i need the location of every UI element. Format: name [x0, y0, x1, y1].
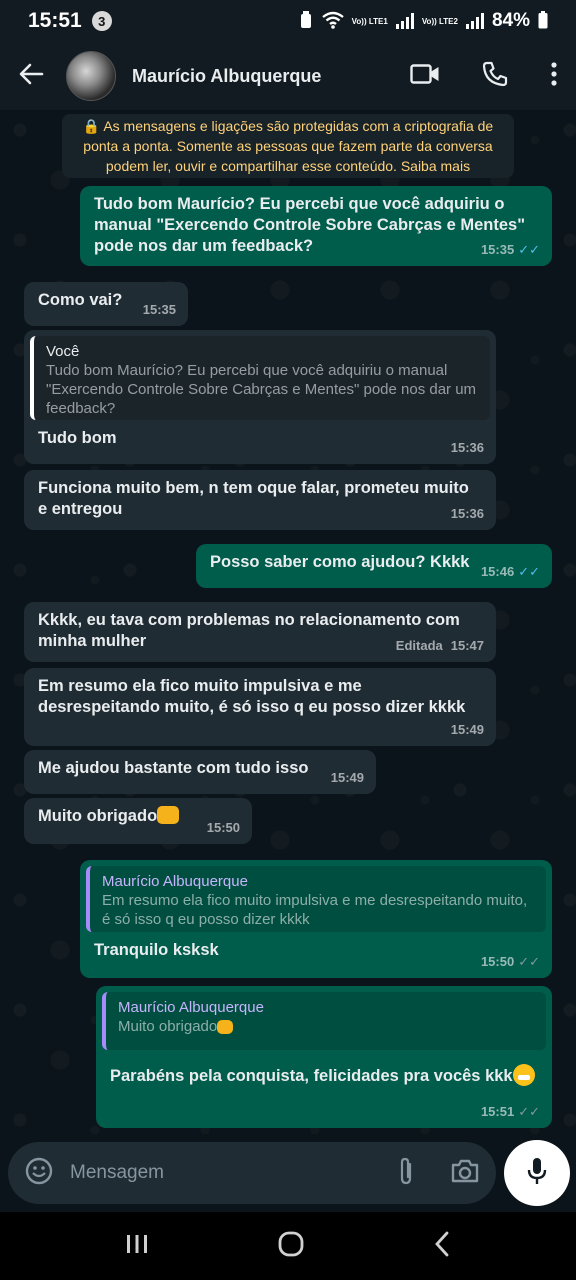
back-arrow-icon[interactable]: [18, 61, 44, 92]
message-time: 15:36: [450, 440, 484, 455]
message-meta: 15:35 ✓✓: [481, 239, 540, 260]
message-meta: 15:51 ✓✓: [481, 1101, 540, 1122]
emoji-icon[interactable]: [24, 1156, 54, 1191]
signal-1-icon: [395, 13, 414, 29]
message-text: Muito obrigado: [38, 807, 158, 825]
camera-icon[interactable]: [450, 1158, 480, 1189]
system-nav-bar: [0, 1212, 576, 1280]
message-text: Parabéns pela conquista, felicidades pra…: [110, 1067, 513, 1085]
quoted-text: Tudo bom Maurício? Eu percebi que você a…: [46, 362, 477, 417]
grin-emoji-icon: [512, 1064, 535, 1086]
message-time: 15:36: [450, 506, 484, 521]
chat-area[interactable]: 🔒 As mensagens e ligações são protegidas…: [0, 110, 576, 1140]
message-text: Tudo bom Maurício? Eu percebi que você a…: [94, 195, 526, 255]
delivered-ticks-icon: ✓✓: [518, 1104, 540, 1119]
attach-icon[interactable]: [396, 1156, 416, 1191]
message-meta: 15:35: [143, 299, 176, 320]
message-meta: 15:50 ✓✓: [481, 951, 540, 972]
message-incoming-reply[interactable]: Você Tudo bom Maurício? Eu percebi que v…: [24, 330, 496, 464]
video-call-icon[interactable]: [410, 63, 440, 90]
message-incoming[interactable]: Funciona muito bem, n tem oque falar, pr…: [24, 470, 496, 530]
quoted-message[interactable]: Maurício Albuquerque Em resumo ela fico …: [86, 866, 546, 932]
edited-label: Editada: [395, 638, 443, 653]
message-input-bar: Mensagem: [8, 1142, 496, 1204]
message-time: 15:49: [330, 770, 364, 785]
wifi-icon: [321, 11, 344, 32]
status-bar: 15:51 3 Vo)) LTE1 Vo)) LTE2 84%: [0, 0, 576, 42]
quoted-text-wrap: Muito obrigado: [118, 1017, 536, 1036]
message-time: 15:50: [480, 954, 515, 969]
message-text: Me ajudou bastante com tudo isso: [38, 759, 309, 777]
header-actions: [410, 61, 558, 92]
read-ticks-icon: ✓✓: [518, 242, 540, 257]
message-meta: 15:36: [451, 437, 484, 458]
message-text: Tudo bom: [38, 429, 117, 447]
fist-emoji-icon: [157, 806, 180, 824]
message-meta: 15:49: [331, 767, 364, 788]
message-time: 15:46: [480, 564, 515, 579]
status-time: 15:51: [28, 9, 82, 32]
fist-emoji-icon: [217, 1020, 234, 1034]
more-vert-icon[interactable]: [550, 61, 558, 91]
message-meta: 15:36: [451, 503, 484, 524]
quoted-sender: Maurício Albuquerque: [102, 873, 248, 890]
quoted-sender: Maurício Albuquerque: [118, 999, 264, 1016]
message-time: 15:35: [142, 302, 176, 317]
message-incoming[interactable]: Me ajudou bastante com tudo isso 15:49: [24, 750, 376, 794]
quoted-message[interactable]: Você Tudo bom Maurício? Eu percebi que v…: [30, 336, 490, 420]
alarm-icon: [298, 10, 314, 32]
quoted-text: Muito obrigado: [118, 1018, 218, 1035]
delivered-ticks-icon: ✓✓: [518, 954, 540, 969]
message-input[interactable]: Mensagem: [70, 1162, 396, 1184]
quoted-text: Em resumo ela fico muito impulsiva e me …: [102, 892, 528, 928]
read-ticks-icon: ✓✓: [518, 564, 540, 579]
message-outgoing-reply[interactable]: Maurício Albuquerque Muito obrigado Para…: [96, 986, 552, 1128]
message-incoming[interactable]: Muito obrigado 15:50: [24, 798, 252, 844]
encryption-notice[interactable]: 🔒 As mensagens e ligações são protegidas…: [62, 114, 514, 178]
message-text: Funciona muito bem, n tem oque falar, pr…: [38, 479, 469, 518]
quoted-message[interactable]: Maurício Albuquerque Muito obrigado: [102, 992, 546, 1050]
message-text-wrap: Parabéns pela conquista, felicidades pra…: [110, 1064, 538, 1087]
message-outgoing[interactable]: Tudo bom Maurício? Eu percebi que você a…: [80, 186, 552, 266]
message-text: Tranquilo ksksk: [94, 941, 219, 959]
message-meta: 15:50: [207, 817, 240, 838]
chat-header: Maurício Albuquerque: [0, 42, 576, 110]
home-icon[interactable]: [277, 1230, 305, 1263]
avatar[interactable]: [66, 51, 116, 101]
contact-name[interactable]: Maurício Albuquerque: [132, 66, 321, 87]
signal-2-icon: [465, 13, 484, 29]
input-actions: [396, 1156, 480, 1191]
message-time: 15:50: [206, 820, 240, 835]
lte1-indicator: Vo)) LTE1: [351, 16, 388, 26]
message-outgoing[interactable]: Posso saber como ajudou? Kkkk 15:46 ✓✓: [196, 544, 552, 588]
message-outgoing-reply[interactable]: Maurício Albuquerque Em resumo ela fico …: [80, 860, 552, 978]
quoted-sender: Você: [46, 343, 80, 360]
message-meta: 15:46 ✓✓: [481, 561, 540, 582]
mic-button[interactable]: [504, 1140, 570, 1206]
lte2-indicator: Vo)) LTE2: [421, 16, 458, 26]
mic-icon: [526, 1156, 548, 1191]
phone-icon[interactable]: [482, 61, 508, 92]
message-incoming[interactable]: Em resumo ela fico muito impulsiva e me …: [24, 668, 496, 746]
message-meta: 15:49: [451, 719, 484, 740]
battery-icon: [538, 10, 548, 32]
message-time: 15:47: [450, 638, 484, 653]
status-icons: Vo)) LTE1 Vo)) LTE2 84%: [298, 10, 548, 32]
notification-count-badge: 3: [91, 11, 112, 31]
message-time: 15:51: [480, 1104, 515, 1119]
message-meta: Editada 15:47: [396, 635, 484, 656]
message-time: 15:49: [450, 722, 484, 737]
message-incoming[interactable]: Kkkk, eu tava com problemas no relaciona…: [24, 602, 496, 662]
recent-apps-icon[interactable]: [124, 1232, 150, 1261]
message-incoming[interactable]: Como vai? 15:35: [24, 282, 188, 326]
message-time: 15:35: [480, 242, 515, 257]
back-nav-icon[interactable]: [432, 1230, 452, 1263]
battery-percent: 84%: [491, 10, 530, 31]
message-text: Em resumo ela fico muito impulsiva e me …: [38, 677, 466, 716]
